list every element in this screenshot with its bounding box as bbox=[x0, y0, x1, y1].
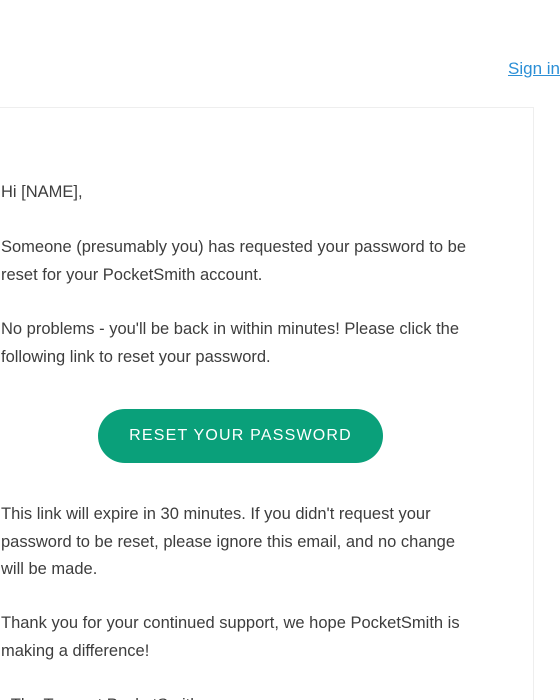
email-card: Hi [NAME], Someone (presumably you) has … bbox=[0, 107, 534, 700]
reset-button-container: RESET YOUR PASSWORD bbox=[98, 409, 383, 463]
reset-password-button[interactable]: RESET YOUR PASSWORD bbox=[98, 409, 383, 463]
expiry-paragraph: This link will expire in 30 minutes. If … bbox=[1, 505, 456, 578]
request-paragraph: Someone (presumably you) has requested y… bbox=[1, 238, 467, 284]
thanks-paragraph: Thank you for your continued support, we… bbox=[1, 614, 460, 660]
instructions-paragraph: No problems - you'll be back in within m… bbox=[1, 320, 460, 366]
greeting-text: Hi [NAME], bbox=[1, 183, 83, 201]
email-page: Sign in Hi [NAME], Someone (presumably y… bbox=[0, 0, 560, 700]
signoff-text: - The Team at PocketSmith bbox=[1, 692, 481, 700]
sign-in-link[interactable]: Sign in bbox=[508, 59, 560, 79]
